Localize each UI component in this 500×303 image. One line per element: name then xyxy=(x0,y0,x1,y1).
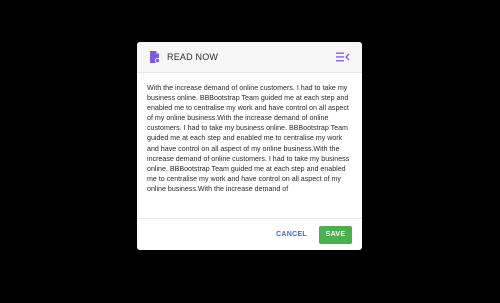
cancel-button[interactable]: CANCEL xyxy=(276,231,307,238)
save-button[interactable]: SAVE xyxy=(319,225,352,244)
modal-body[interactable]: With the increase demand of online custo… xyxy=(137,73,362,217)
modal-title: READ NOW xyxy=(167,52,219,62)
menu-collapse-icon[interactable] xyxy=(336,51,350,63)
document-icon xyxy=(149,50,161,64)
body-text: With the increase demand of online custo… xyxy=(147,84,350,193)
modal-footer: CANCEL SAVE xyxy=(137,218,362,250)
modal-header: READ NOW xyxy=(137,42,362,73)
read-now-modal: READ NOW With the increase demand of onl… xyxy=(137,42,362,250)
